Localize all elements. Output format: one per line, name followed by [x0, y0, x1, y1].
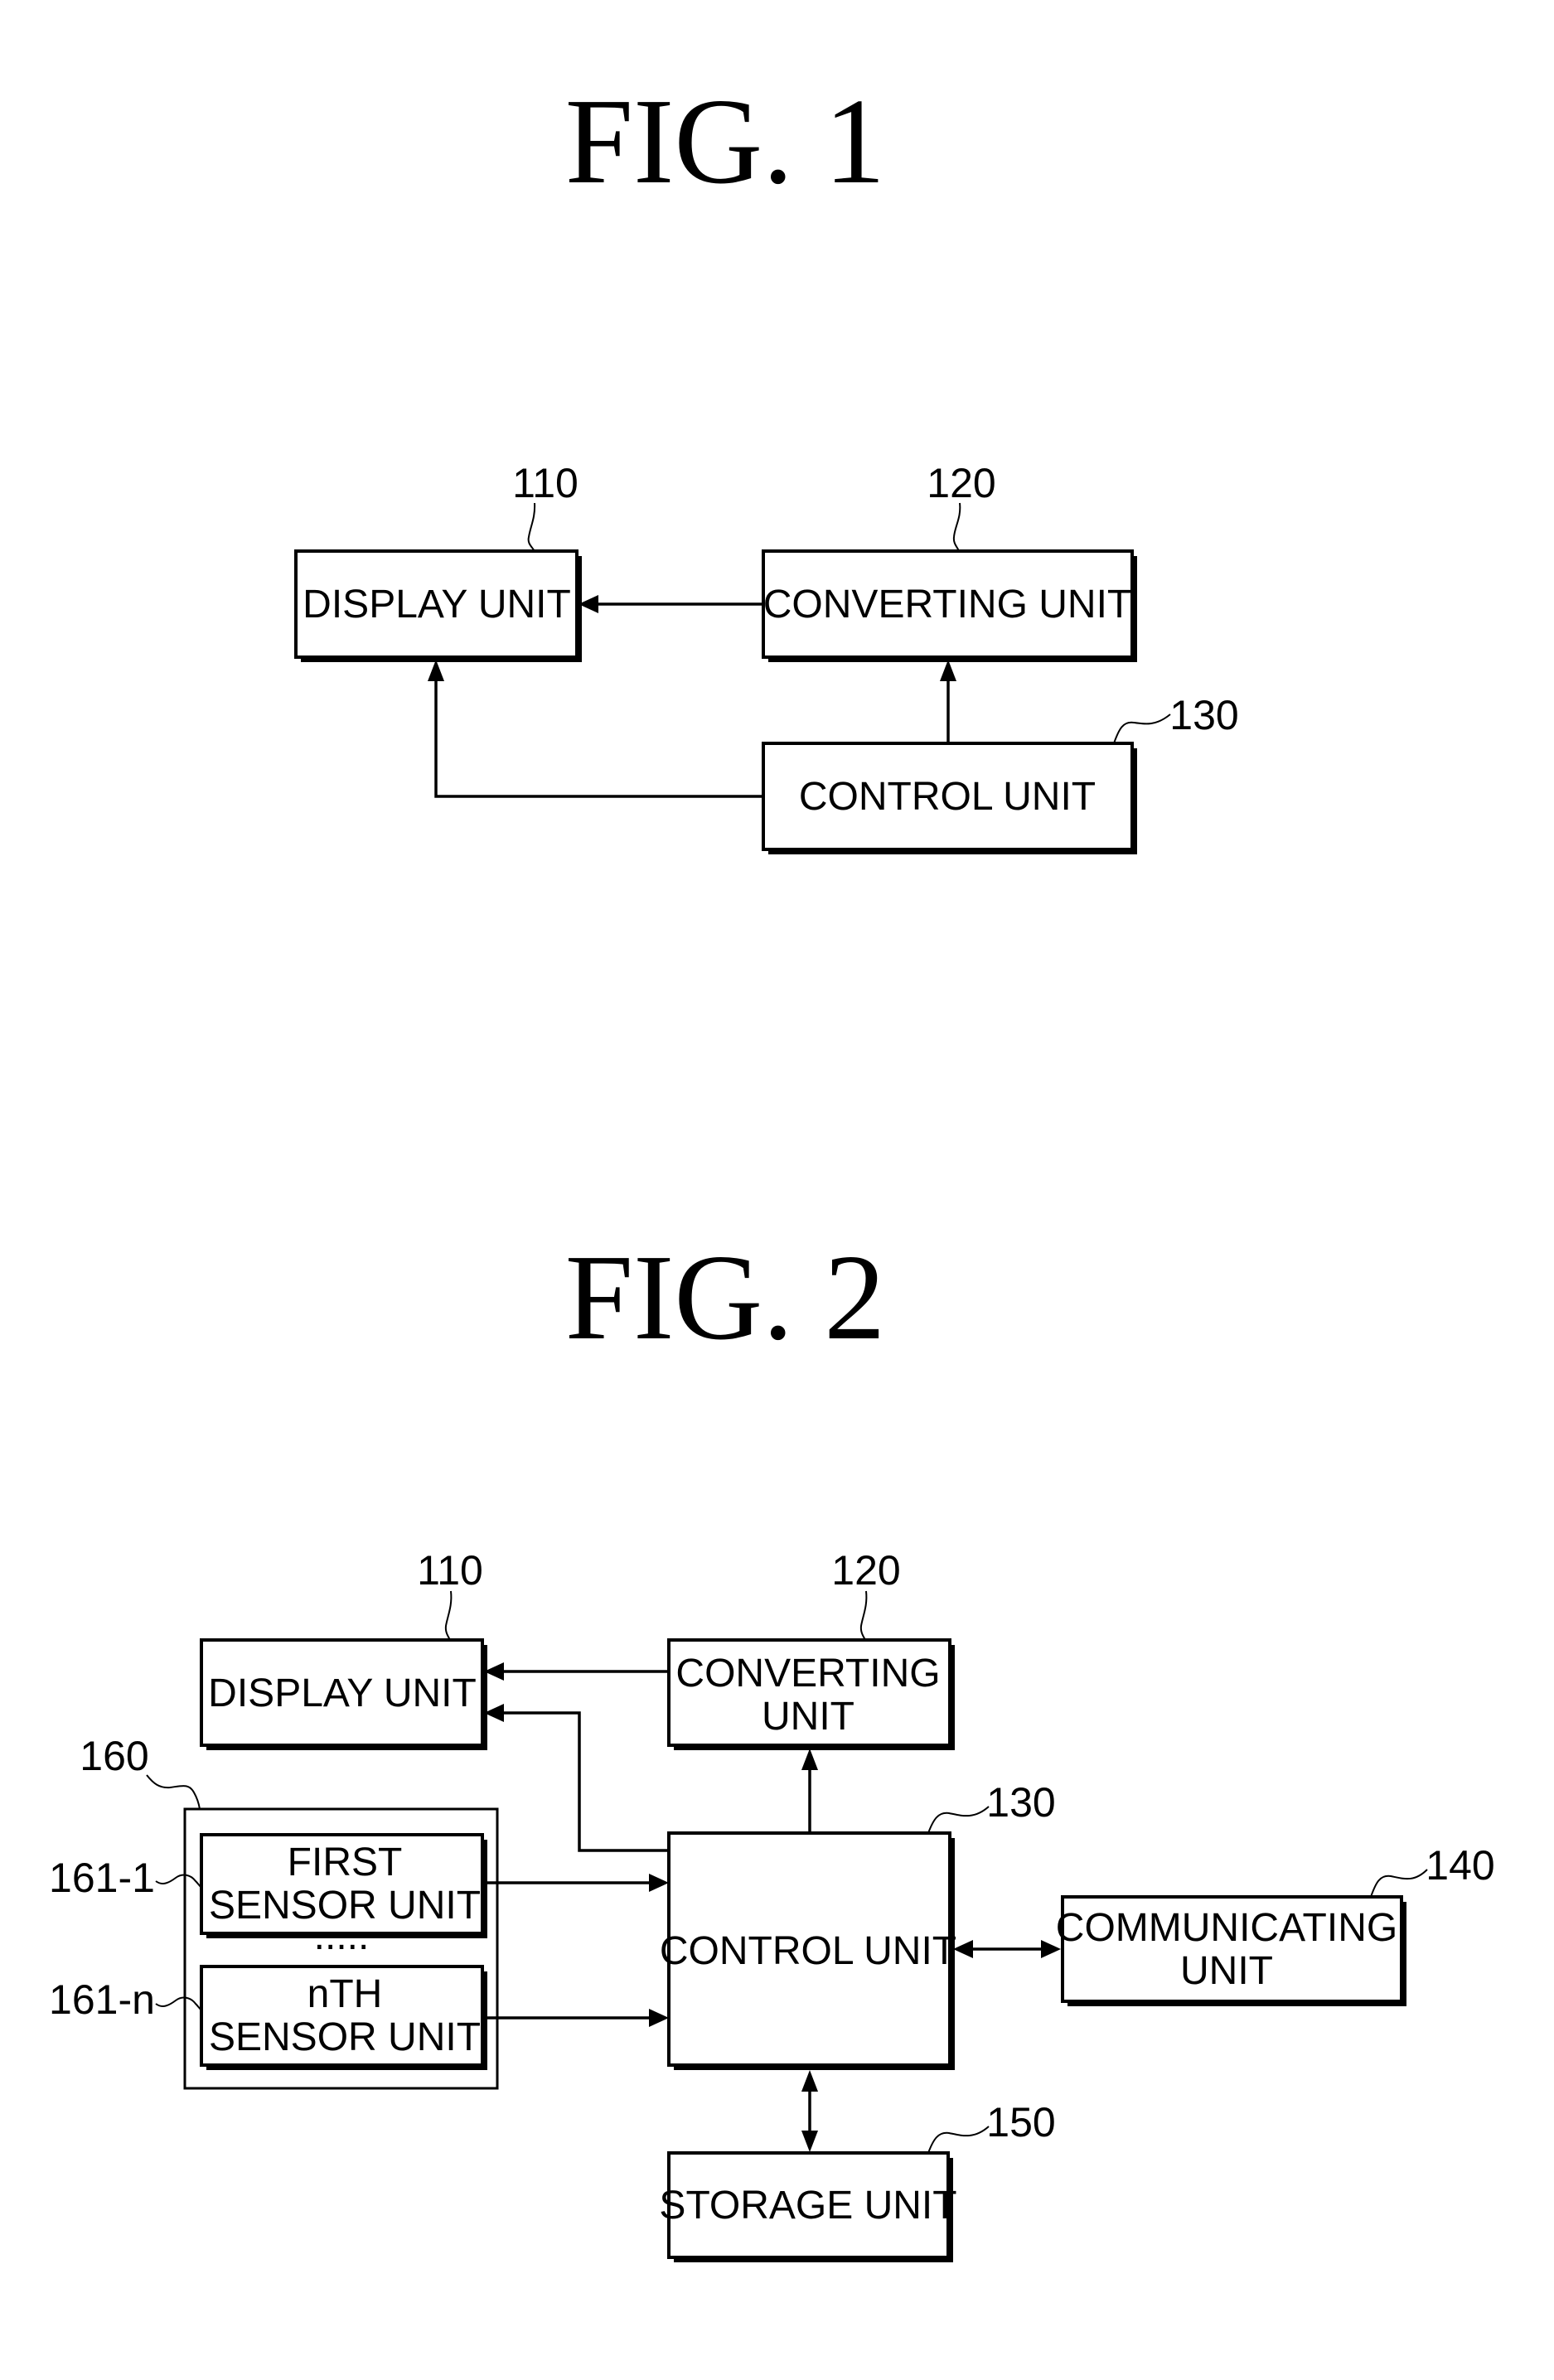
fig1-control-unit-label: CONTROL UNIT [799, 775, 1096, 819]
fig2-control-unit-block: CONTROL UNIT [660, 1831, 956, 2070]
fig2-leader-160 [146, 1774, 201, 1810]
fig2-display-unit-label: DISPLAY UNIT [208, 1671, 477, 1715]
fig2-ref-160: 160 [80, 1733, 148, 1779]
fig2-communicating-unit-label-line2: UNIT [1180, 1949, 1273, 1993]
fig1-arrowhead-into-converting [940, 660, 956, 681]
fig2-ref-140: 140 [1426, 1842, 1494, 1889]
fig2-storage-unit-label: STORAGE UNIT [659, 2184, 956, 2228]
fig2-ref-150: 150 [986, 2099, 1055, 2145]
fig1-control-unit-block: CONTROL UNIT [762, 742, 1137, 854]
fig2-leader-150 [927, 2126, 990, 2154]
fig2-converting-unit-block: CONVERTING UNIT [667, 1638, 955, 1750]
figure-1-title: FIG. 1 [565, 74, 885, 210]
figure-2-title: FIG. 2 [565, 1230, 885, 1366]
fig1-display-unit-label: DISPLAY UNIT [303, 583, 571, 626]
fig2-control-unit-label: CONTROL UNIT [660, 1929, 956, 1973]
fig2-leader-110 [444, 1590, 453, 1641]
patent-drawing-sheet: FIG. 1 DISPLAY UNIT 110 CONVERTING UNIT … [49, 74, 1495, 2262]
fig1-leader-120 [952, 502, 961, 552]
fig2-leader-140 [1370, 1869, 1428, 1898]
fig1-arrowhead-into-display-bottom [428, 660, 444, 681]
fig2-ref-120: 120 [831, 1547, 900, 1594]
fig2-arrowhead-control-from-nth-sensor [649, 2009, 669, 2027]
fig2-sensor-ellipsis: ..... [314, 1914, 370, 1958]
fig2-communicating-unit-block: COMMUNICATING UNIT [1056, 1895, 1406, 2006]
fig2-communicating-unit-label-line1: COMMUNICATING [1056, 1906, 1397, 1950]
fig2-ref-110: 110 [417, 1547, 483, 1594]
fig2-leader-161-n [155, 1996, 202, 2011]
fig1-ref-110: 110 [512, 460, 579, 506]
figure-1: FIG. 1 DISPLAY UNIT 110 CONVERTING UNIT … [294, 74, 1239, 854]
fig2-leader-120 [859, 1590, 868, 1641]
fig2-arrowhead-converting [801, 1749, 818, 1770]
fig2-ref-161-1: 161-1 [49, 1855, 155, 1901]
fig2-converting-unit-label-line1: CONVERTING [675, 1652, 940, 1696]
fig2-display-unit-block: DISPLAY UNIT [200, 1638, 487, 1750]
fig2-storage-unit-block: STORAGE UNIT [659, 2151, 957, 2262]
fig2-arrowhead-storage [801, 2131, 818, 2152]
fig2-wire-control-to-display [502, 1711, 669, 1852]
fig2-ref-130: 130 [986, 1779, 1055, 1826]
figure-2: FIG. 2 DISPLAY UNIT 110 CONVERTING UNIT … [49, 1230, 1495, 2262]
fig1-converting-unit-label: CONVERTING UNIT [763, 583, 1131, 626]
fig1-wire-control-to-display [434, 680, 763, 798]
fig1-display-unit-block: DISPLAY UNIT [294, 549, 582, 662]
fig2-nth-sensor-unit-label-line2: SENSOR UNIT [209, 2015, 481, 2059]
fig1-leader-110 [527, 502, 536, 552]
fig2-arrowhead-control-from-storage [801, 2070, 818, 2092]
fig2-leader-130 [927, 1806, 990, 1834]
fig2-nth-sensor-unit-label-line1: nTH [307, 1972, 383, 2016]
fig1-ref-120: 120 [927, 460, 995, 506]
fig2-leader-161-1 [155, 1874, 202, 1889]
fig2-converting-unit-label-line2: UNIT [762, 1695, 854, 1739]
fig1-leader-130 [1113, 714, 1171, 744]
fig1-ref-130: 130 [1169, 692, 1238, 738]
fig2-first-sensor-unit-label-line1: FIRST [288, 1841, 403, 1884]
fig2-nth-sensor-unit-block: nTH SENSOR UNIT [200, 1965, 487, 2070]
fig2-ref-161-n: 161-n [49, 1976, 155, 2023]
fig2-arrowhead-control-from-first-sensor [649, 1874, 669, 1892]
fig1-converting-unit-block: CONVERTING UNIT [762, 549, 1137, 662]
